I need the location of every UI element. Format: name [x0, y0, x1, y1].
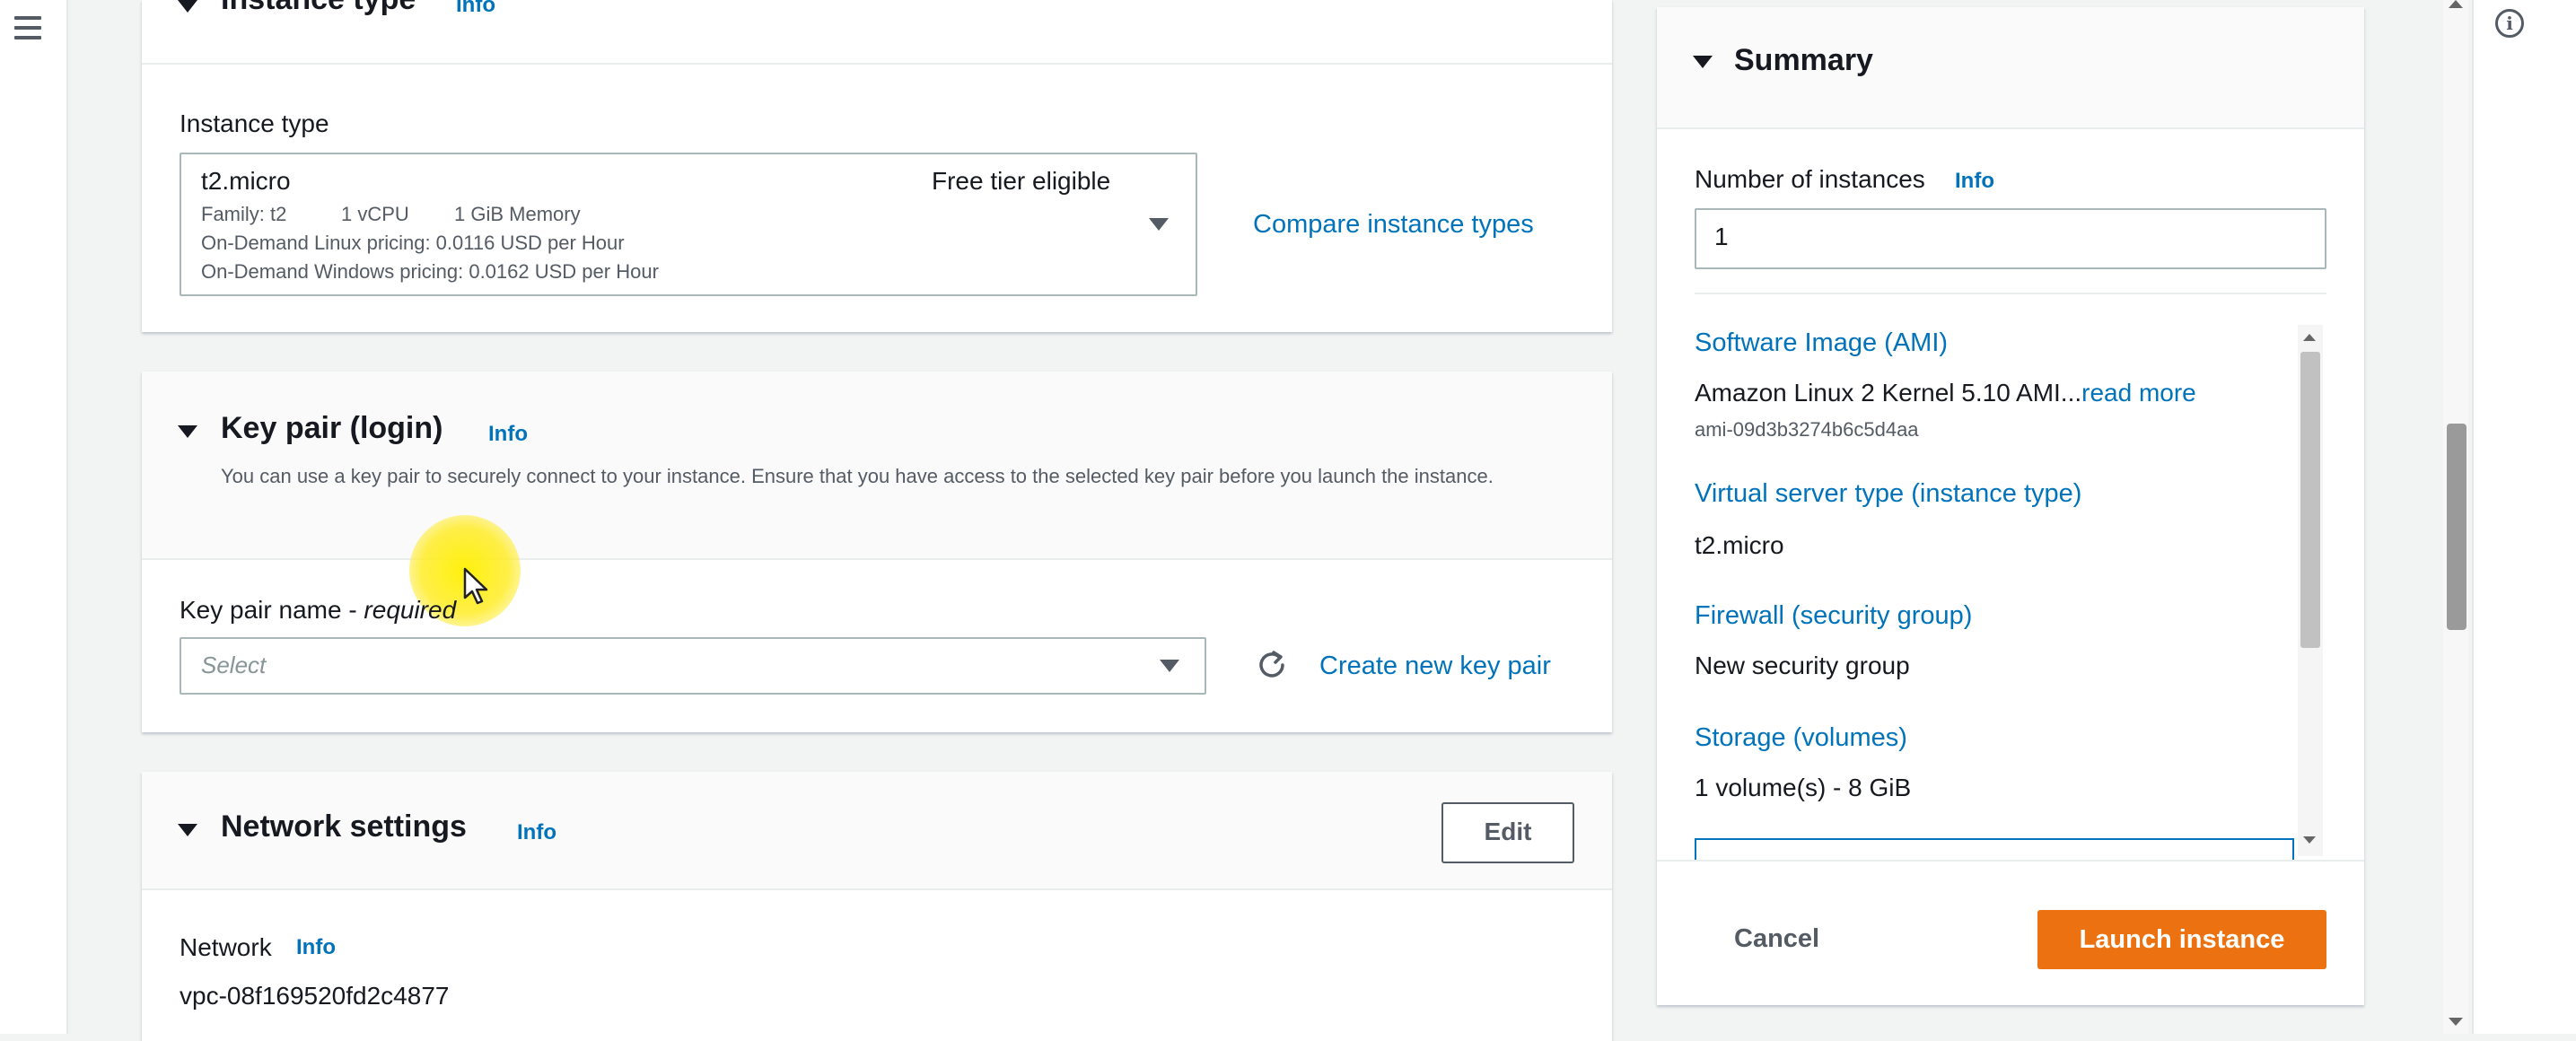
- summary-next-card: [1695, 838, 2294, 860]
- create-key-pair-link[interactable]: Create new key pair: [1319, 652, 1551, 681]
- edit-button[interactable]: Edit: [1441, 802, 1574, 863]
- firewall-heading-link[interactable]: Firewall (security group): [1695, 601, 1972, 631]
- info-circle-icon[interactable]: i: [2495, 9, 2524, 38]
- key-pair-info-link[interactable]: Info: [488, 422, 528, 447]
- page-scroll-down-arrow-icon[interactable]: [2449, 1018, 2463, 1026]
- network-value: vpc-08f169520fd2c4877: [180, 982, 450, 1010]
- key-pair-section-title: Key pair (login): [221, 411, 443, 445]
- key-pair-label-text: Key pair name -: [180, 596, 364, 624]
- key-pair-field-label: Key pair name - required: [180, 596, 456, 625]
- summary-divider: [1695, 293, 2326, 294]
- instance-type-info-link[interactable]: Info: [456, 0, 495, 18]
- free-tier-badge: Free tier eligible: [932, 167, 1111, 195]
- instances-info-link[interactable]: Info: [1955, 169, 1994, 194]
- key-pair-placeholder: Select: [201, 652, 267, 678]
- dropdown-arrow-icon[interactable]: [1160, 660, 1179, 672]
- ami-value-text: Amazon Linux 2 Kernel 5.10 AMI...: [1695, 379, 2082, 407]
- instances-value: 1: [1714, 223, 1729, 250]
- scroll-up-arrow-icon[interactable]: [2303, 334, 2316, 341]
- instances-input[interactable]: [1695, 208, 2326, 269]
- ami-value: Amazon Linux 2 Kernel 5.10 AMI...read mo…: [1695, 379, 2196, 407]
- mouse-cursor-icon: [463, 567, 488, 605]
- storage-heading-link[interactable]: Storage (volumes): [1695, 723, 1907, 753]
- panel-divider: [1657, 127, 2364, 129]
- launch-instance-button[interactable]: Launch instance: [2037, 910, 2326, 969]
- page-scrollbar-thumb[interactable]: [2447, 424, 2466, 630]
- server-type-heading-link[interactable]: Virtual server type (instance type): [1695, 479, 2081, 509]
- scroll-down-arrow-icon[interactable]: [2303, 836, 2316, 844]
- left-nav-rail: [0, 0, 68, 1034]
- network-label: Network: [180, 933, 272, 961]
- summary-title: Summary: [1734, 43, 1873, 77]
- instance-type-field-label: Instance type: [180, 109, 329, 137]
- instance-vcpu: 1 vCPU: [341, 203, 409, 225]
- caret-down-icon[interactable]: [178, 425, 197, 438]
- ami-id: ami-09d3b3274b6c5d4aa: [1695, 418, 1919, 441]
- page-scroll-up-arrow-icon[interactable]: [2449, 0, 2463, 8]
- panel-divider: [142, 558, 1612, 560]
- compare-instance-types-link[interactable]: Compare instance types: [1253, 210, 1534, 240]
- caret-down-icon[interactable]: [178, 0, 197, 13]
- firewall-value: New security group: [1695, 652, 1910, 679]
- caret-down-icon[interactable]: [178, 824, 197, 836]
- menu-icon[interactable]: [14, 16, 41, 41]
- instance-family: Family: t2: [201, 203, 287, 225]
- server-type-value: t2.micro: [1695, 531, 1784, 559]
- ami-heading-link[interactable]: Software Image (AMI): [1695, 328, 1948, 358]
- refresh-icon[interactable]: [1255, 648, 1289, 682]
- storage-value: 1 volume(s) - 8 GiB: [1695, 774, 1912, 801]
- summary-footer-divider: [1657, 860, 2364, 862]
- panel-divider: [142, 888, 1612, 890]
- windows-pricing: On-Demand Windows pricing: 0.0162 USD pe…: [201, 260, 659, 283]
- instance-type-value: t2.micro: [201, 167, 291, 195]
- required-text: required: [364, 596, 457, 624]
- key-pair-select[interactable]: [180, 637, 1206, 695]
- summary-scrollbar-thumb[interactable]: [2300, 352, 2320, 648]
- caret-down-icon[interactable]: [1693, 56, 1713, 68]
- panel-divider: [142, 63, 1612, 65]
- cancel-button[interactable]: Cancel: [1734, 924, 1819, 954]
- network-settings-info-link[interactable]: Info: [517, 820, 556, 845]
- linux-pricing: On-Demand Linux pricing: 0.0116 USD per …: [201, 232, 625, 254]
- network-settings-section-title: Network settings: [221, 809, 467, 844]
- dropdown-arrow-icon[interactable]: [1149, 218, 1169, 231]
- ami-read-more-link[interactable]: read more: [2081, 379, 2196, 407]
- instances-label: Number of instances: [1695, 165, 1925, 193]
- key-pair-description: You can use a key pair to securely conne…: [221, 465, 1494, 487]
- instance-memory: 1 GiB Memory: [454, 203, 581, 225]
- right-help-rail: [2472, 0, 2576, 1034]
- network-info-link[interactable]: Info: [296, 935, 336, 960]
- instance-type-section-title: Instance type: [221, 0, 416, 17]
